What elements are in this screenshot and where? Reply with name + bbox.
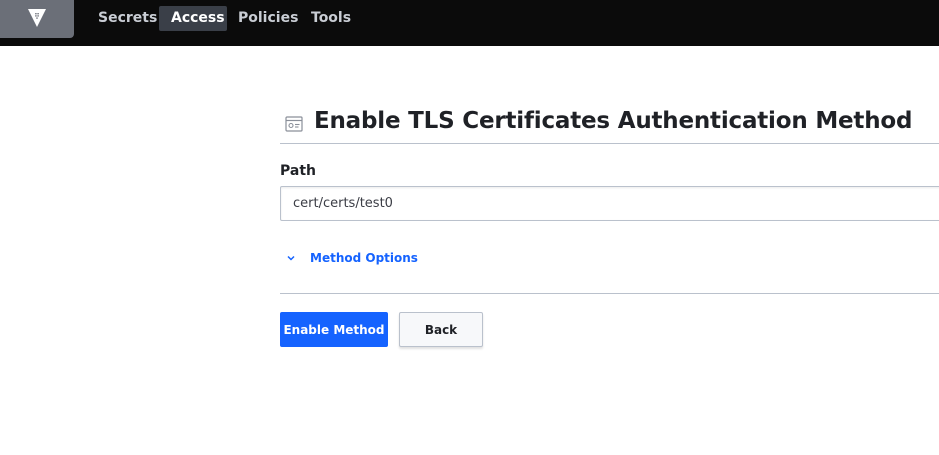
nav-item-secrets[interactable]: Secrets [86,6,169,31]
nav-item-access[interactable]: Access [159,6,227,31]
back-button[interactable]: Back [399,312,483,347]
method-options-label: Method Options [310,251,418,265]
path-input[interactable] [280,186,939,221]
enable-method-button[interactable]: Enable Method [280,312,388,347]
path-label: Path [280,163,316,179]
chevron-down-icon [287,255,295,261]
title-divider [280,143,939,144]
top-navigation-bar: Secrets Access Policies Tools [0,0,939,46]
vault-logo-icon [28,9,46,27]
form-divider [280,293,939,294]
method-options-toggle[interactable]: Method Options [286,249,418,267]
nav-item-tools[interactable]: Tools [299,6,363,31]
certificate-icon [285,116,303,132]
nav-item-policies[interactable]: Policies [226,6,310,31]
page-title: Enable TLS Certificates Authentication M… [314,108,913,134]
home-logo-link[interactable] [0,0,74,38]
